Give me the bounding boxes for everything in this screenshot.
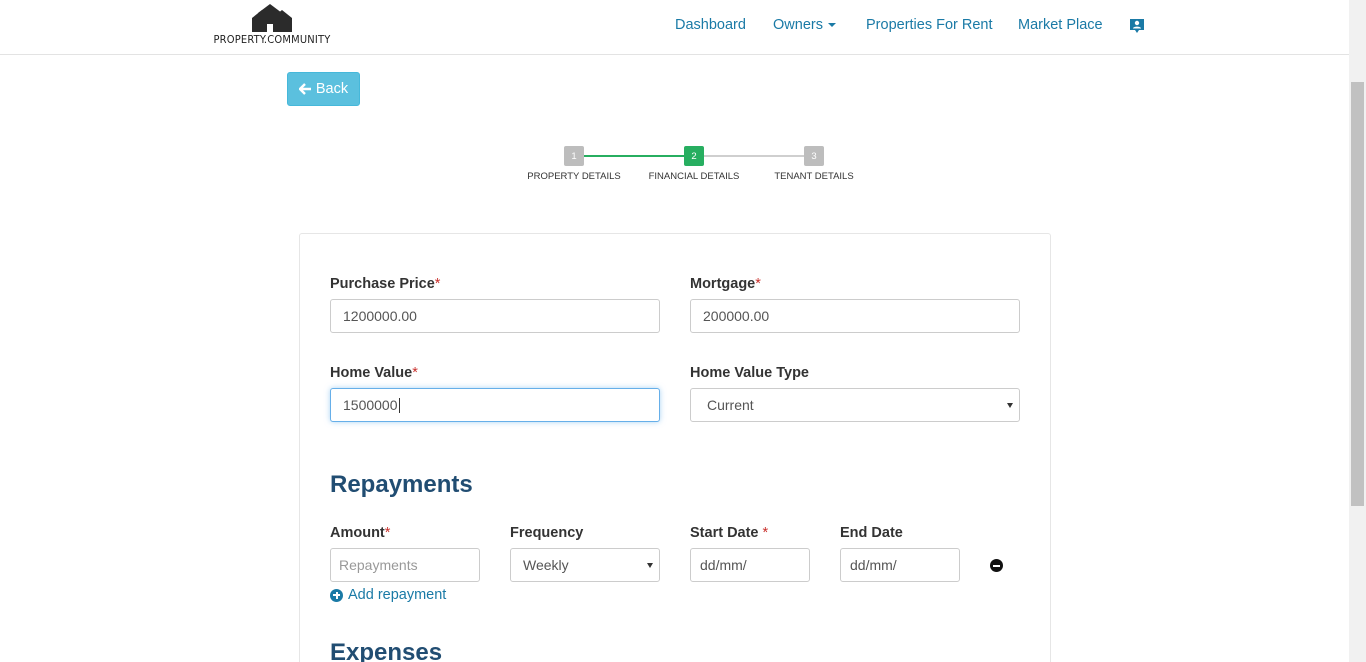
logo[interactable]: PROPERTY.COMMUNITY	[210, 2, 334, 48]
required-marker: *	[412, 365, 418, 381]
repayment-amount-placeholder: Repayments	[339, 557, 418, 573]
repayment-amount-input[interactable]: Repayments	[330, 548, 480, 582]
back-button[interactable]: Back	[287, 72, 360, 106]
select-arrow-icon	[647, 563, 653, 568]
start-date-label-text: Start Date	[690, 525, 759, 541]
text-cursor	[398, 397, 400, 413]
purchase-price-label: Purchase Price*	[330, 276, 440, 292]
arrow-left-icon	[298, 83, 311, 95]
nav-owners-dropdown[interactable]: Owners	[773, 17, 836, 33]
repayment-frequency-select[interactable]: Weekly	[510, 548, 660, 582]
amount-label-text: Amount	[330, 525, 385, 541]
nav-properties-for-rent[interactable]: Properties For Rent	[866, 17, 993, 33]
mortgage-input[interactable]: 200000.00	[690, 299, 1020, 333]
start-date-label: Start Date *	[690, 525, 768, 541]
home-value-value: 1500000	[343, 397, 398, 413]
remove-repayment-icon[interactable]	[990, 559, 1003, 572]
step-3-badge[interactable]: 3	[804, 146, 824, 166]
logo-text: PROPERTY.COMMUNITY	[213, 33, 331, 46]
end-date-label: End Date	[840, 525, 903, 541]
repayment-frequency-selected: Weekly	[523, 557, 569, 573]
step-2-badge[interactable]: 2	[684, 146, 704, 166]
home-value-type-select[interactable]: Current	[690, 388, 1020, 422]
repayments-heading: Repayments	[330, 471, 473, 498]
add-repayment-label: Add repayment	[348, 587, 447, 603]
repayment-end-date-value: dd/mm/	[850, 557, 897, 573]
expenses-heading: Expenses	[330, 639, 443, 662]
mortgage-value: 200000.00	[703, 308, 770, 324]
required-marker: *	[434, 276, 441, 292]
step-connector-2-3	[704, 155, 814, 157]
house-logo-icon	[252, 4, 292, 32]
plus-circle-icon	[330, 588, 343, 602]
step-connector-1-2	[584, 155, 694, 157]
step-2-label: FINANCIAL DETAILS	[648, 171, 740, 182]
back-button-label: Back	[315, 81, 349, 97]
required-marker: *	[384, 525, 391, 541]
step-3-label: TENANT DETAILS	[774, 171, 854, 182]
nav-dashboard[interactable]: Dashboard	[675, 17, 746, 33]
page-scrollbar[interactable]	[1349, 0, 1366, 662]
home-value-type-label: Home Value Type	[690, 365, 809, 381]
home-value-input[interactable]: 1500000	[330, 388, 660, 422]
contact-card-icon[interactable]	[1129, 18, 1145, 34]
select-arrow-icon	[1007, 403, 1013, 408]
repayment-start-date-input[interactable]: dd/mm/	[690, 548, 810, 582]
top-navbar: PROPERTY.COMMUNITY Dashboard Owners Prop…	[0, 0, 1349, 55]
purchase-price-value: 1200000.00	[343, 308, 417, 324]
frequency-label: Frequency	[510, 525, 584, 541]
nav-owners-label: Owners	[773, 17, 823, 33]
nav-market-place[interactable]: Market Place	[1018, 17, 1103, 33]
home-value-type-selected: Current	[707, 397, 754, 413]
step-1-badge[interactable]: 1	[564, 146, 584, 166]
required-marker: *	[755, 276, 761, 292]
mortgage-label: Mortgage*	[690, 276, 761, 292]
home-value-label-text: Home Value	[330, 365, 413, 381]
step-1-label: PROPERTY DETAILS	[527, 171, 621, 182]
repayment-end-date-input[interactable]: dd/mm/	[840, 548, 960, 582]
home-value-label: Home Value*	[330, 365, 418, 381]
scrollbar-thumb[interactable]	[1351, 82, 1364, 506]
caret-down-icon	[827, 23, 836, 28]
required-marker: *	[762, 525, 769, 541]
purchase-price-label-text: Purchase Price	[330, 276, 435, 292]
repayment-start-date-value: dd/mm/	[700, 557, 747, 573]
purchase-price-input[interactable]: 1200000.00	[330, 299, 660, 333]
amount-label: Amount*	[330, 525, 390, 541]
mortgage-label-text: Mortgage	[690, 276, 756, 292]
add-repayment-link[interactable]: Add repayment	[330, 587, 446, 603]
